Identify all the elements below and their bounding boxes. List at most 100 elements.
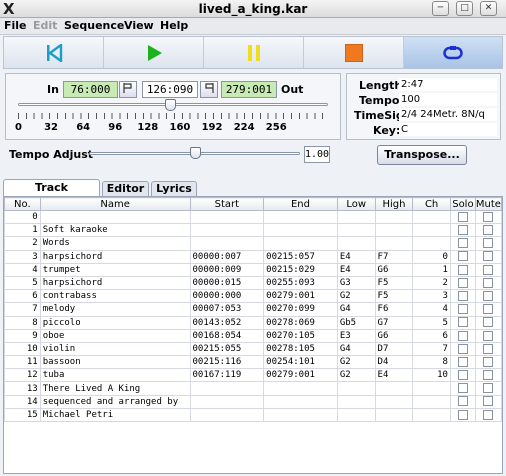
cell-high: F5 — [374, 289, 414, 304]
column-header[interactable]: Solo — [449, 197, 476, 211]
cell-high: G6 — [374, 328, 414, 343]
mute-checkbox[interactable] — [483, 396, 494, 407]
mute-checkbox[interactable] — [483, 304, 494, 315]
mute-checkbox[interactable] — [483, 317, 494, 328]
cell-no: 8 — [4, 315, 41, 330]
out-point-field[interactable]: 279:001 — [221, 81, 277, 98]
solo-checkbox[interactable] — [457, 238, 468, 249]
table-row[interactable]: 11 bassoon 00215:116 00254:101 G2 D4 8 — [4, 355, 503, 370]
cell-end: 00279:001 — [263, 289, 338, 304]
table-row[interactable]: 13 There Lived A King — [4, 381, 503, 396]
cell-ch — [412, 394, 451, 409]
cell-end: 00215:029 — [263, 262, 338, 277]
maximize-button[interactable]: □ — [456, 1, 473, 16]
cell-start — [189, 394, 265, 409]
stop-button[interactable] — [304, 37, 404, 68]
solo-checkbox[interactable] — [457, 317, 468, 328]
mute-checkbox[interactable] — [483, 409, 494, 420]
column-header[interactable]: No. — [4, 197, 41, 211]
table-row[interactable]: 4 trumpet 00000:009 00215:029 E4 G6 1 — [4, 262, 503, 277]
mute-checkbox[interactable] — [483, 251, 494, 262]
table-row[interactable]: 0 — [4, 209, 503, 225]
cell-low — [336, 394, 376, 409]
table-row[interactable]: 5 harpsichord 00000:015 00255:093 G3 F5 2 — [4, 275, 503, 291]
menu-sequence[interactable]: Sequence — [64, 19, 124, 32]
menu-view[interactable]: View — [124, 19, 154, 32]
table-row[interactable]: 15 Michael Petri — [4, 407, 503, 423]
mute-checkbox[interactable] — [483, 211, 494, 222]
cell-name: tuba — [39, 368, 191, 383]
solo-checkbox[interactable] — [457, 304, 468, 315]
cell-mute — [474, 407, 503, 423]
mute-checkbox[interactable] — [483, 330, 494, 341]
solo-checkbox[interactable] — [457, 409, 468, 420]
cell-high — [374, 236, 414, 251]
position-tick-label: 256 — [265, 122, 287, 133]
table-row[interactable]: 8 piccolo 00143:052 00278:069 Gb5 G7 5 — [4, 315, 503, 330]
column-header[interactable]: Name — [39, 197, 191, 211]
table-row[interactable]: 3 harpsichord 00000:007 00215:057 E4 F7 0 — [4, 249, 503, 264]
menu-file[interactable]: File — [4, 19, 27, 32]
table-row[interactable]: 2 Words — [4, 236, 503, 251]
column-header[interactable]: High — [374, 197, 414, 211]
mute-checkbox[interactable] — [483, 356, 494, 367]
set-in-button[interactable] — [119, 81, 137, 98]
column-header[interactable]: Mute — [474, 197, 503, 211]
play-button[interactable] — [104, 37, 204, 68]
column-header[interactable]: Ch — [412, 197, 451, 211]
tab-track-summary[interactable]: Track Summary — [3, 179, 100, 210]
solo-checkbox[interactable] — [457, 370, 468, 381]
table-row[interactable]: 12 tuba 00167:119 00279:001 G2 E4 10 — [4, 368, 503, 383]
column-header[interactable]: End — [263, 197, 338, 211]
solo-checkbox[interactable] — [457, 251, 468, 262]
column-header[interactable]: Start — [189, 197, 265, 211]
tab-lyrics[interactable]: Lyrics — [151, 181, 197, 197]
mute-checkbox[interactable] — [483, 238, 494, 249]
current-position-field[interactable]: 126:090 — [142, 81, 198, 98]
solo-checkbox[interactable] — [457, 396, 468, 407]
rewind-icon — [46, 43, 62, 62]
solo-checkbox[interactable] — [457, 356, 468, 367]
tempo-adjust-value[interactable]: 1.00 — [304, 146, 330, 163]
mute-checkbox[interactable] — [483, 343, 494, 354]
table-row[interactable]: 9 oboe 00168:054 00270:105 E3 G6 6 — [4, 328, 503, 343]
table-row[interactable]: 7 melody 00007:053 00270:099 G4 F6 4 — [4, 302, 503, 317]
table-row[interactable]: 10 violin 00215:055 00278:105 G4 D7 7 — [4, 341, 503, 357]
column-header[interactable]: Low — [336, 197, 376, 211]
table-row[interactable]: 1 Soft karaoke — [4, 223, 503, 238]
minimize-button[interactable]: ─ — [432, 1, 449, 16]
solo-checkbox[interactable] — [457, 343, 468, 354]
solo-checkbox[interactable] — [457, 225, 468, 236]
menu-bar: File Edit Sequence View Help — [0, 18, 506, 35]
mute-checkbox[interactable] — [483, 290, 494, 301]
pause-button[interactable] — [204, 37, 304, 68]
solo-checkbox[interactable] — [457, 290, 468, 301]
tempo-slider-thumb[interactable] — [189, 147, 201, 159]
cell-end — [263, 407, 338, 423]
menu-help[interactable]: Help — [160, 19, 188, 32]
mute-checkbox[interactable] — [483, 225, 494, 236]
tab-editor[interactable]: Editor — [102, 181, 149, 197]
loop-button[interactable] — [404, 37, 502, 68]
solo-checkbox[interactable] — [457, 330, 468, 341]
rewind-button[interactable] — [4, 37, 104, 68]
close-button[interactable]: ✕ — [480, 1, 497, 16]
table-row[interactable]: 14 sequenced and arranged by — [4, 394, 503, 409]
solo-checkbox[interactable] — [457, 277, 468, 288]
mute-checkbox[interactable] — [483, 383, 494, 394]
in-point-field[interactable]: 76:000 — [63, 81, 118, 98]
solo-checkbox[interactable] — [457, 264, 468, 275]
table-row[interactable]: 6 contrabass 00000:000 00279:001 G2 F5 3 — [4, 289, 503, 304]
mute-checkbox[interactable] — [483, 264, 494, 275]
solo-checkbox[interactable] — [457, 211, 468, 222]
menu-edit[interactable]: Edit — [33, 19, 57, 32]
solo-checkbox[interactable] — [457, 383, 468, 394]
cell-solo — [449, 262, 476, 277]
mute-checkbox[interactable] — [483, 277, 494, 288]
transpose-button[interactable]: Transpose... — [377, 145, 467, 165]
cell-ch — [412, 209, 451, 225]
cell-ch — [412, 223, 451, 238]
set-out-button[interactable] — [200, 81, 218, 98]
position-slider-thumb[interactable] — [164, 99, 176, 111]
mute-checkbox[interactable] — [483, 370, 494, 381]
